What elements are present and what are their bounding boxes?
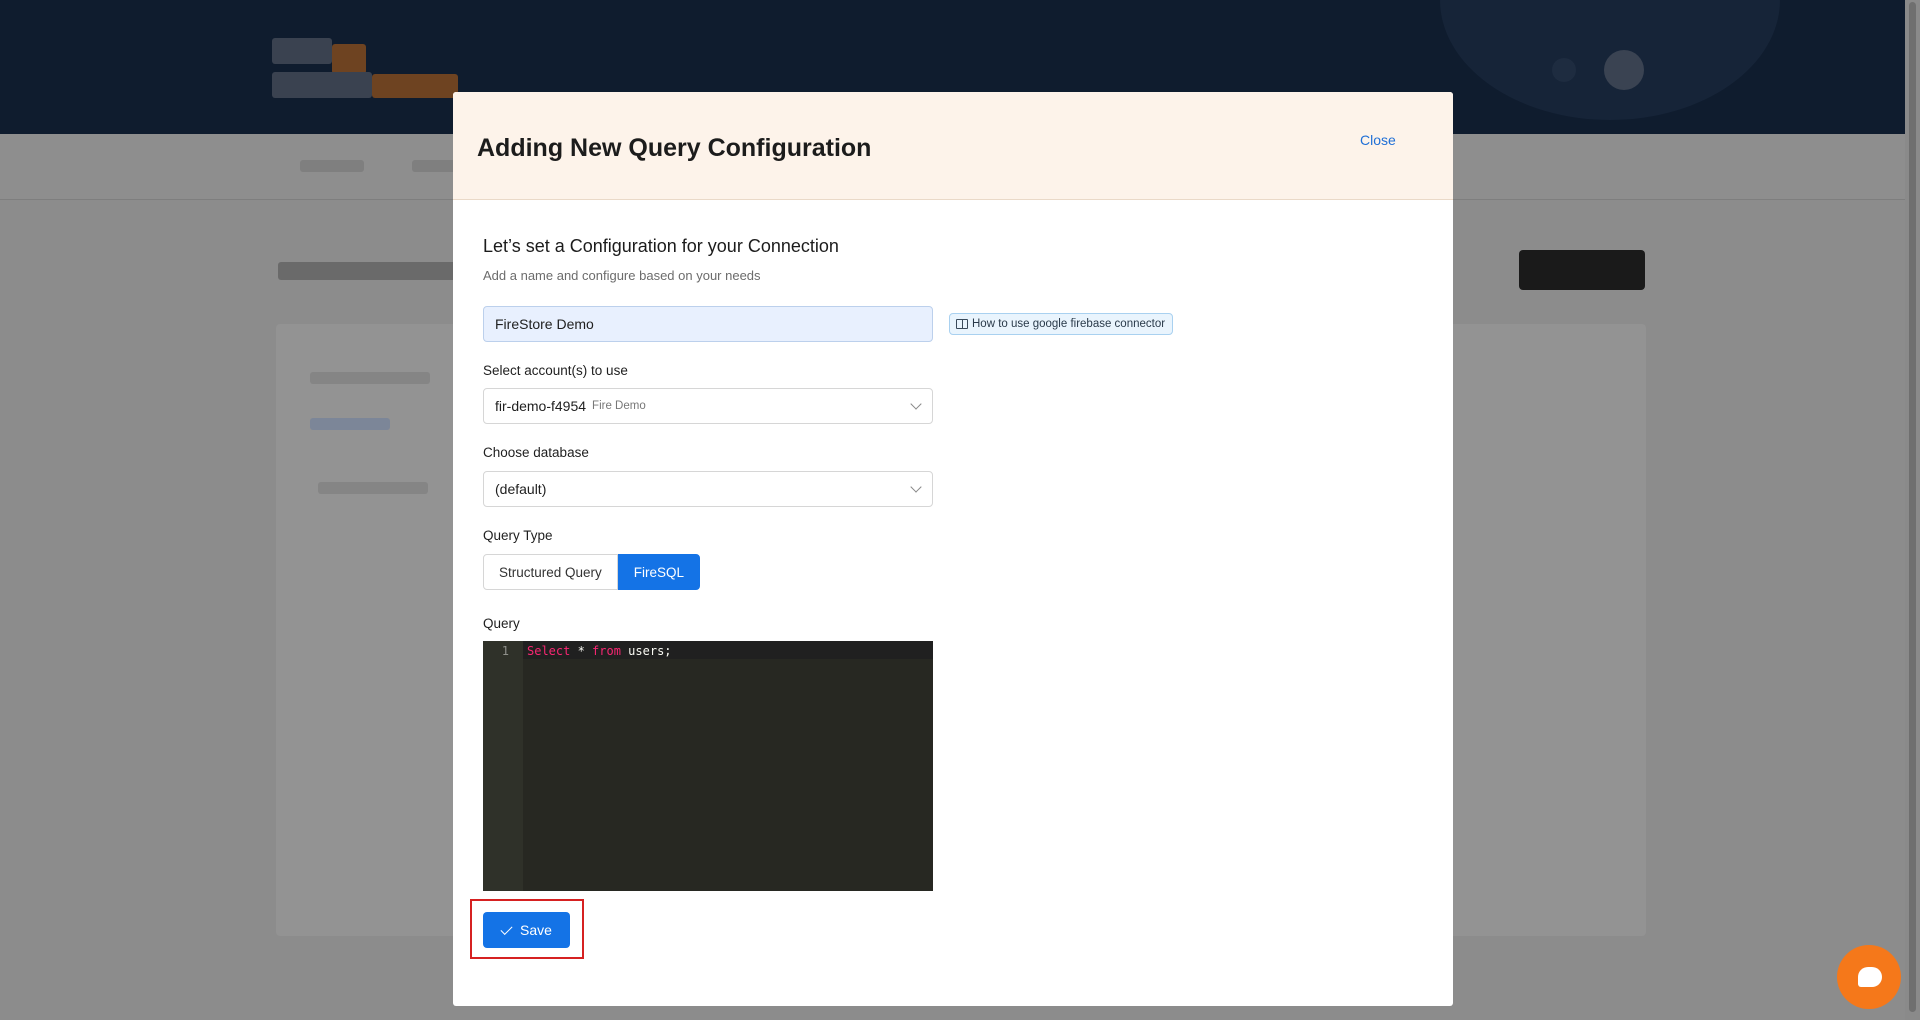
modal-header: Adding New Query Configuration Close: [453, 92, 1453, 200]
database-select[interactable]: (default): [483, 471, 933, 507]
page-scrollbar[interactable]: [1905, 0, 1920, 1020]
firebase-help-link[interactable]: How to use google firebase connector: [949, 313, 1174, 335]
line-number: 1: [501, 644, 509, 658]
app-logo: [272, 38, 458, 100]
account-sub-value: Fire Demo: [592, 400, 646, 412]
code-operator: *: [570, 644, 593, 658]
account-label: Select account(s) to use: [483, 363, 628, 378]
chat-widget-button[interactable]: [1837, 945, 1901, 1009]
database-label: Choose database: [483, 445, 589, 460]
save-highlight-box: Save: [470, 899, 584, 959]
firesql-option[interactable]: FireSQL: [617, 554, 701, 590]
account-value: fir-demo-f4954: [495, 398, 587, 414]
chat-bubble-icon: [1858, 967, 1882, 987]
notification-icon: [1552, 58, 1576, 82]
avatar: [1604, 50, 1644, 90]
check-icon: [500, 922, 513, 935]
bg-link: [310, 418, 390, 430]
keyword-select: Select: [527, 644, 571, 658]
structured-query-option[interactable]: Structured Query: [483, 554, 618, 590]
account-select[interactable]: fir-demo-f4954 Fire Demo: [483, 388, 933, 424]
bg-text: [318, 482, 428, 494]
chevron-down-icon: [910, 481, 922, 493]
book-icon: [956, 319, 968, 329]
code-table: users;: [620, 644, 672, 658]
chevron-down-icon: [910, 398, 922, 410]
query-label: Query: [483, 616, 520, 631]
code-line: Select * from users;: [527, 643, 672, 659]
page-action-button: [1519, 250, 1645, 290]
query-type-toggle: Structured Query FireSQL: [483, 554, 701, 590]
query-type-label: Query Type: [483, 528, 553, 543]
keyword-from: from: [592, 644, 621, 658]
page-title: [278, 262, 478, 280]
save-button[interactable]: Save: [483, 912, 570, 948]
nav-item: [300, 160, 364, 172]
editor-gutter: 1: [483, 641, 523, 891]
section-title: Let’s set a Configuration for your Conne…: [483, 236, 839, 256]
bg-text: [310, 372, 430, 384]
editor-code-area[interactable]: Select * from users;: [523, 641, 933, 891]
save-label: Save: [520, 922, 552, 938]
close-button[interactable]: Close: [1360, 132, 1396, 148]
connection-name-input[interactable]: [483, 306, 933, 342]
modal-title: Adding New Query Configuration: [477, 134, 872, 162]
query-config-modal: Adding New Query Configuration Close Let…: [453, 92, 1453, 1006]
help-link-label: How to use google firebase connector: [972, 318, 1166, 330]
section-subtitle: Add a name and configure based on your n…: [483, 268, 761, 283]
query-editor[interactable]: 1 Select * from users;: [483, 641, 933, 891]
database-value: (default): [495, 481, 547, 497]
